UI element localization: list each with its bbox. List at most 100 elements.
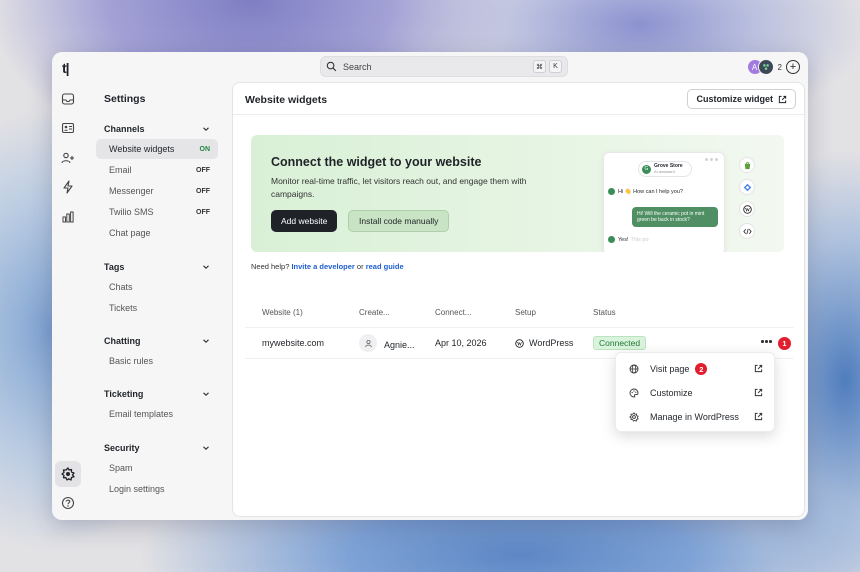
section-title: Security <box>104 443 140 453</box>
sidebar-item-label: Spam <box>109 463 133 473</box>
nav-rail: A <box>52 82 84 520</box>
shortcut-k-key: K <box>549 60 562 73</box>
widget-preview: G Grove Store AI assistant Hi 👋 How can … <box>603 152 725 252</box>
button-label: Customize widget <box>696 94 773 104</box>
external-link-icon <box>754 412 763 421</box>
sidebar-item-basic-rules[interactable]: Basic rules <box>96 351 218 371</box>
store-logo-icon: G <box>642 164 651 174</box>
chevron-down-icon <box>203 339 209 343</box>
sidebar-item-messenger[interactable]: Messenger OFF <box>96 181 218 201</box>
sidebar-item-website-widgets[interactable]: Website widgets ON <box>96 139 218 159</box>
sidebar-item-login-settings[interactable]: Login settings <box>96 479 218 499</box>
read-guide-link[interactable]: read guide <box>366 262 404 271</box>
section-title: Tags <box>104 262 125 272</box>
add-button[interactable]: + <box>786 60 800 74</box>
gear-icon <box>61 467 75 481</box>
column-connected[interactable]: Connect... <box>435 308 471 317</box>
tag-manager-icon <box>739 179 755 195</box>
menu-item-label: Visit page <box>650 364 690 374</box>
status-badge: OFF <box>196 166 210 174</box>
sidebar-item-twilio-sms[interactable]: Twilio SMS OFF <box>96 202 218 222</box>
status-badge: ON <box>199 145 211 153</box>
menu-item-label: Manage in WordPress <box>650 412 739 422</box>
menu-item-visit-page[interactable]: Visit page 2 <box>616 359 776 379</box>
sidebar-item-spam[interactable]: Spam <box>96 458 218 478</box>
status-badge: Connected <box>593 336 647 350</box>
section-title: Ticketing <box>104 389 144 399</box>
menu-item-customize[interactable]: Customize <box>616 383 776 403</box>
section-security[interactable]: Security <box>104 443 210 453</box>
section-ticketing[interactable]: Ticketing <box>104 389 210 399</box>
chevron-down-icon <box>203 127 209 131</box>
preview-message-reply: Yes! This po <box>608 236 649 243</box>
sidebar-item-email-templates[interactable]: Email templates <box>96 404 218 424</box>
menu-item-label: Customize <box>650 388 693 398</box>
page-title: Website widgets <box>245 94 328 106</box>
main-panel: Website widgets Customize widget Connect… <box>232 82 806 517</box>
step-badge-2: 2 <box>695 363 708 375</box>
sidebar-item-label: Tickets <box>109 303 138 313</box>
sidebar-item-chats[interactable]: Chats <box>96 277 218 297</box>
search-placeholder: Search <box>343 61 372 72</box>
section-title: Chatting <box>104 336 141 346</box>
sidebar-item-label: Basic rules <box>109 356 154 366</box>
add-website-button[interactable]: Add website <box>271 210 338 232</box>
created-by-cell: Agnie... <box>359 334 415 352</box>
menu-item-manage-wordpress[interactable]: Manage in WordPress <box>616 407 776 427</box>
sidebar-item-chat-page[interactable]: Chat page <box>96 223 218 243</box>
help-icon[interactable] <box>61 496 75 510</box>
globe-icon <box>629 364 639 374</box>
banner-title: Connect the widget to your website <box>271 155 482 169</box>
customize-widget-button[interactable]: Customize widget <box>687 89 796 109</box>
message-text-faded: This po <box>630 236 649 243</box>
bot-avatar-icon <box>608 188 615 195</box>
shortcut-cmd-key: ⌘ <box>533 60 546 73</box>
sidebar-title: Settings <box>104 93 146 105</box>
row-actions-menu: Visit page 2 Customize Manage in WordPre… <box>615 352 775 432</box>
store-subtitle: AI assistant <box>654 169 675 174</box>
sidebar-item-label: Twilio SMS <box>109 207 154 217</box>
preview-message-user: Hi! Will the ceramic pot in mint green b… <box>632 207 718 227</box>
search-bar[interactable]: Search ⌘ K <box>320 56 568 77</box>
sidebar-item-email[interactable]: Email OFF <box>96 160 218 180</box>
code-icon <box>739 223 755 239</box>
users-add-icon[interactable] <box>61 151 75 165</box>
sidebar-item-label: Email templates <box>109 409 174 419</box>
settings-sidebar: Settings Channels Website widgets ON Ema… <box>96 82 230 520</box>
section-channels[interactable]: Channels <box>104 124 210 134</box>
external-link-icon <box>754 364 763 373</box>
app-window: t| Search ⌘ K A 2 + Settings Channels We… <box>52 52 808 520</box>
help-or: or <box>356 262 364 271</box>
sidebar-item-tickets[interactable]: Tickets <box>96 298 218 318</box>
column-website[interactable]: Website (1) <box>262 308 303 317</box>
palette-icon <box>629 388 639 398</box>
app-logo[interactable]: t| <box>62 60 70 76</box>
lightning-icon[interactable] <box>61 180 75 194</box>
external-link-icon <box>778 95 787 103</box>
header-actions: A 2 + <box>746 59 800 75</box>
column-setup[interactable]: Setup <box>515 308 536 317</box>
sidebar-item-label: Messenger <box>109 186 154 196</box>
column-created[interactable]: Create... <box>359 308 390 317</box>
platform-icons: W <box>739 157 755 245</box>
more-options-icon[interactable] <box>761 340 773 343</box>
website-cell: mywebsite.com <box>262 338 325 348</box>
invite-developer-link[interactable]: Invite a developer <box>291 262 354 271</box>
bar-chart-icon[interactable] <box>61 210 75 224</box>
header-divider <box>233 114 806 115</box>
section-tags[interactable]: Tags <box>104 262 210 272</box>
preview-message-bot: Hi 👋 How can I help you? <box>608 188 683 195</box>
setup-cell: W WordPress <box>515 338 573 348</box>
install-code-manually-button[interactable]: Install code manually <box>348 210 450 232</box>
column-status[interactable]: Status <box>593 308 616 317</box>
shopify-icon <box>739 157 755 173</box>
section-chatting[interactable]: Chatting <box>104 336 210 346</box>
team-avatar-icon[interactable] <box>757 59 774 75</box>
svg-text:W: W <box>745 208 750 213</box>
contact-card-icon[interactable] <box>61 121 75 135</box>
message-text: Hi 👋 How can I help you? <box>618 188 683 195</box>
inbox-icon[interactable] <box>61 92 75 106</box>
user-icon <box>359 334 377 352</box>
section-title: Channels <box>104 124 145 134</box>
settings-gear-button[interactable] <box>55 461 81 487</box>
